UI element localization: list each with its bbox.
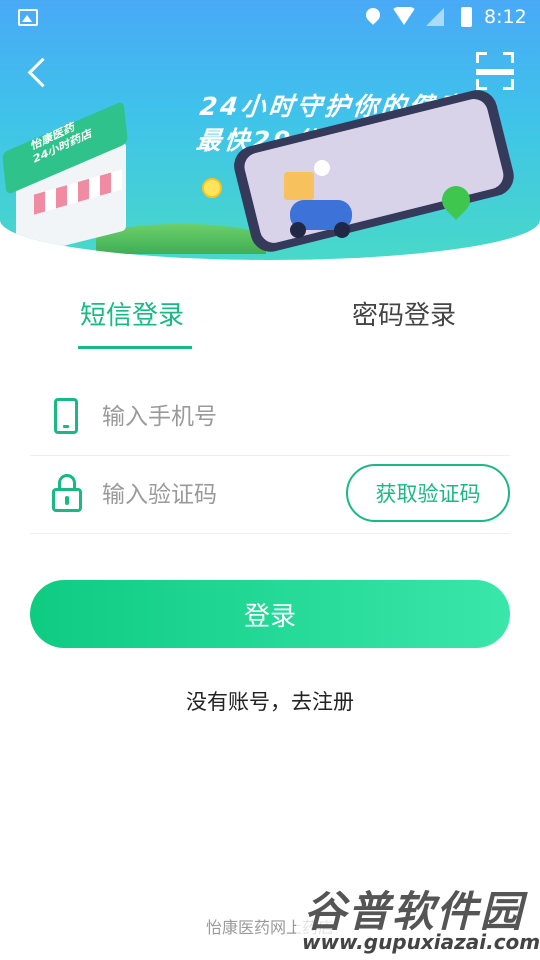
wifi-icon <box>392 7 416 25</box>
signal-icon <box>426 8 444 26</box>
login-screen: 8:12 24小时守护你的健康 最快29分钟送达！ 怡康医药 24小时药店 短信… <box>0 0 540 960</box>
lock-icon <box>52 474 82 512</box>
register-link[interactable]: 没有账号，去注册 <box>0 686 540 716</box>
phone-row <box>30 378 510 456</box>
location-icon <box>363 5 383 25</box>
back-arrow-icon[interactable] <box>24 52 54 92</box>
phone-input[interactable] <box>102 400 342 434</box>
watermark: 谷普软件园 www.gupuxiazai.com <box>296 876 540 960</box>
active-tab-indicator <box>78 346 192 349</box>
status-bar: 8:12 <box>0 0 540 36</box>
delivery-rider-illustration <box>284 160 354 240</box>
code-row: 获取验证码 <box>30 456 510 534</box>
status-time: 8:12 <box>484 6 527 28</box>
scan-icon[interactable] <box>474 50 516 92</box>
banner: 8:12 24小时守护你的健康 最快29分钟送达！ 怡康医药 24小时药店 <box>0 0 540 260</box>
battery-icon <box>461 7 472 27</box>
tab-password-login[interactable]: 密码登录 <box>352 294 456 338</box>
phone-icon <box>54 398 78 434</box>
image-icon <box>18 9 38 26</box>
tab-sms-login[interactable]: 短信登录 <box>80 294 184 338</box>
get-code-button[interactable]: 获取验证码 <box>346 464 510 522</box>
coin-icon <box>202 178 222 198</box>
pharmacy-store-illustration: 怡康医药 24小时药店 <box>2 100 142 258</box>
verification-code-input[interactable] <box>102 478 342 512</box>
watermark-url: www.gupuxiazai.com <box>302 930 540 954</box>
login-button[interactable]: 登录 <box>30 580 510 648</box>
